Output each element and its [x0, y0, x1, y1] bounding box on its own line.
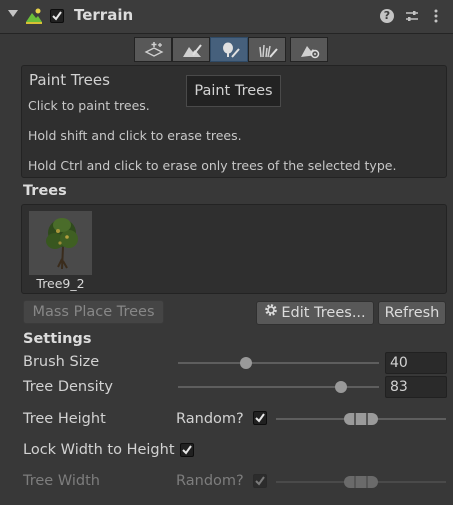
mass-place-trees-button[interactable]: Mass Place Trees	[23, 300, 164, 324]
help-line: Hold shift and click to erase trees.	[28, 128, 242, 143]
tool-paint-trees[interactable]	[210, 37, 248, 62]
terrain-settings-icon	[301, 46, 320, 59]
brush-size-slider-thumb[interactable]	[240, 357, 253, 369]
terrain-icon	[25, 7, 43, 25]
settings-section-title: Settings	[23, 331, 92, 347]
tool-create-neighbor[interactable]	[134, 37, 172, 62]
tree-density-slider-track[interactable]	[178, 386, 379, 388]
trees-section-title: Trees	[23, 183, 67, 199]
help-title: Paint Trees	[29, 71, 110, 89]
kebab-menu-icon[interactable]	[433, 9, 439, 23]
tree-width-random-label: Random?	[176, 473, 244, 489]
tree-height-label: Tree Height	[23, 411, 106, 427]
tree-density-label: Tree Density	[23, 379, 113, 395]
paint-terrain-icon	[183, 44, 202, 57]
paint-trees-button[interactable]: Paint Trees	[186, 75, 281, 107]
help-icon[interactable]: ?	[380, 9, 394, 23]
tool-paint-details[interactable]	[248, 37, 286, 62]
preset-icon[interactable]	[405, 9, 419, 23]
brush-size-field[interactable]: 40	[385, 352, 447, 374]
refresh-button[interactable]: Refresh	[378, 301, 446, 325]
tree-thumbnail[interactable]	[29, 211, 92, 275]
help-line: Hold Ctrl and click to erase only trees …	[28, 158, 397, 173]
lock-width-label: Lock Width to Height	[23, 442, 175, 458]
tool-terrain-settings[interactable]	[290, 37, 328, 62]
tree-height-random-checkbox[interactable]	[253, 411, 267, 425]
gear-icon	[264, 302, 278, 324]
tree-density-field[interactable]: 83	[385, 376, 447, 398]
tree-density-slider-thumb[interactable]	[334, 381, 347, 393]
tool-paint-terrain[interactable]	[172, 37, 210, 62]
component-enabled-checkbox[interactable]	[50, 9, 64, 23]
paint-details-icon	[259, 44, 278, 58]
create-neighbor-icon	[144, 42, 164, 57]
tree-preview-icon	[46, 218, 78, 270]
tree-name-label: Tree9_2	[36, 276, 85, 291]
component-title: Terrain	[74, 6, 134, 24]
lock-width-checkbox[interactable]	[180, 443, 194, 457]
tree-width-random-checkbox	[253, 474, 267, 488]
tree-width-label: Tree Width	[23, 473, 100, 489]
brush-size-label: Brush Size	[23, 354, 100, 370]
brush-size-slider-track[interactable]	[178, 362, 379, 364]
edit-trees-label: Edit Trees...	[281, 305, 366, 321]
tree-width-range-handle	[344, 476, 378, 488]
tree-height-range-handle[interactable]	[344, 413, 378, 425]
tree-height-random-label: Random?	[176, 411, 244, 427]
foldout-chevron-icon[interactable]	[8, 10, 18, 17]
help-line: Click to paint trees.	[28, 98, 150, 113]
paint-trees-icon	[223, 42, 240, 58]
edit-trees-button[interactable]: Edit Trees...	[256, 301, 374, 325]
